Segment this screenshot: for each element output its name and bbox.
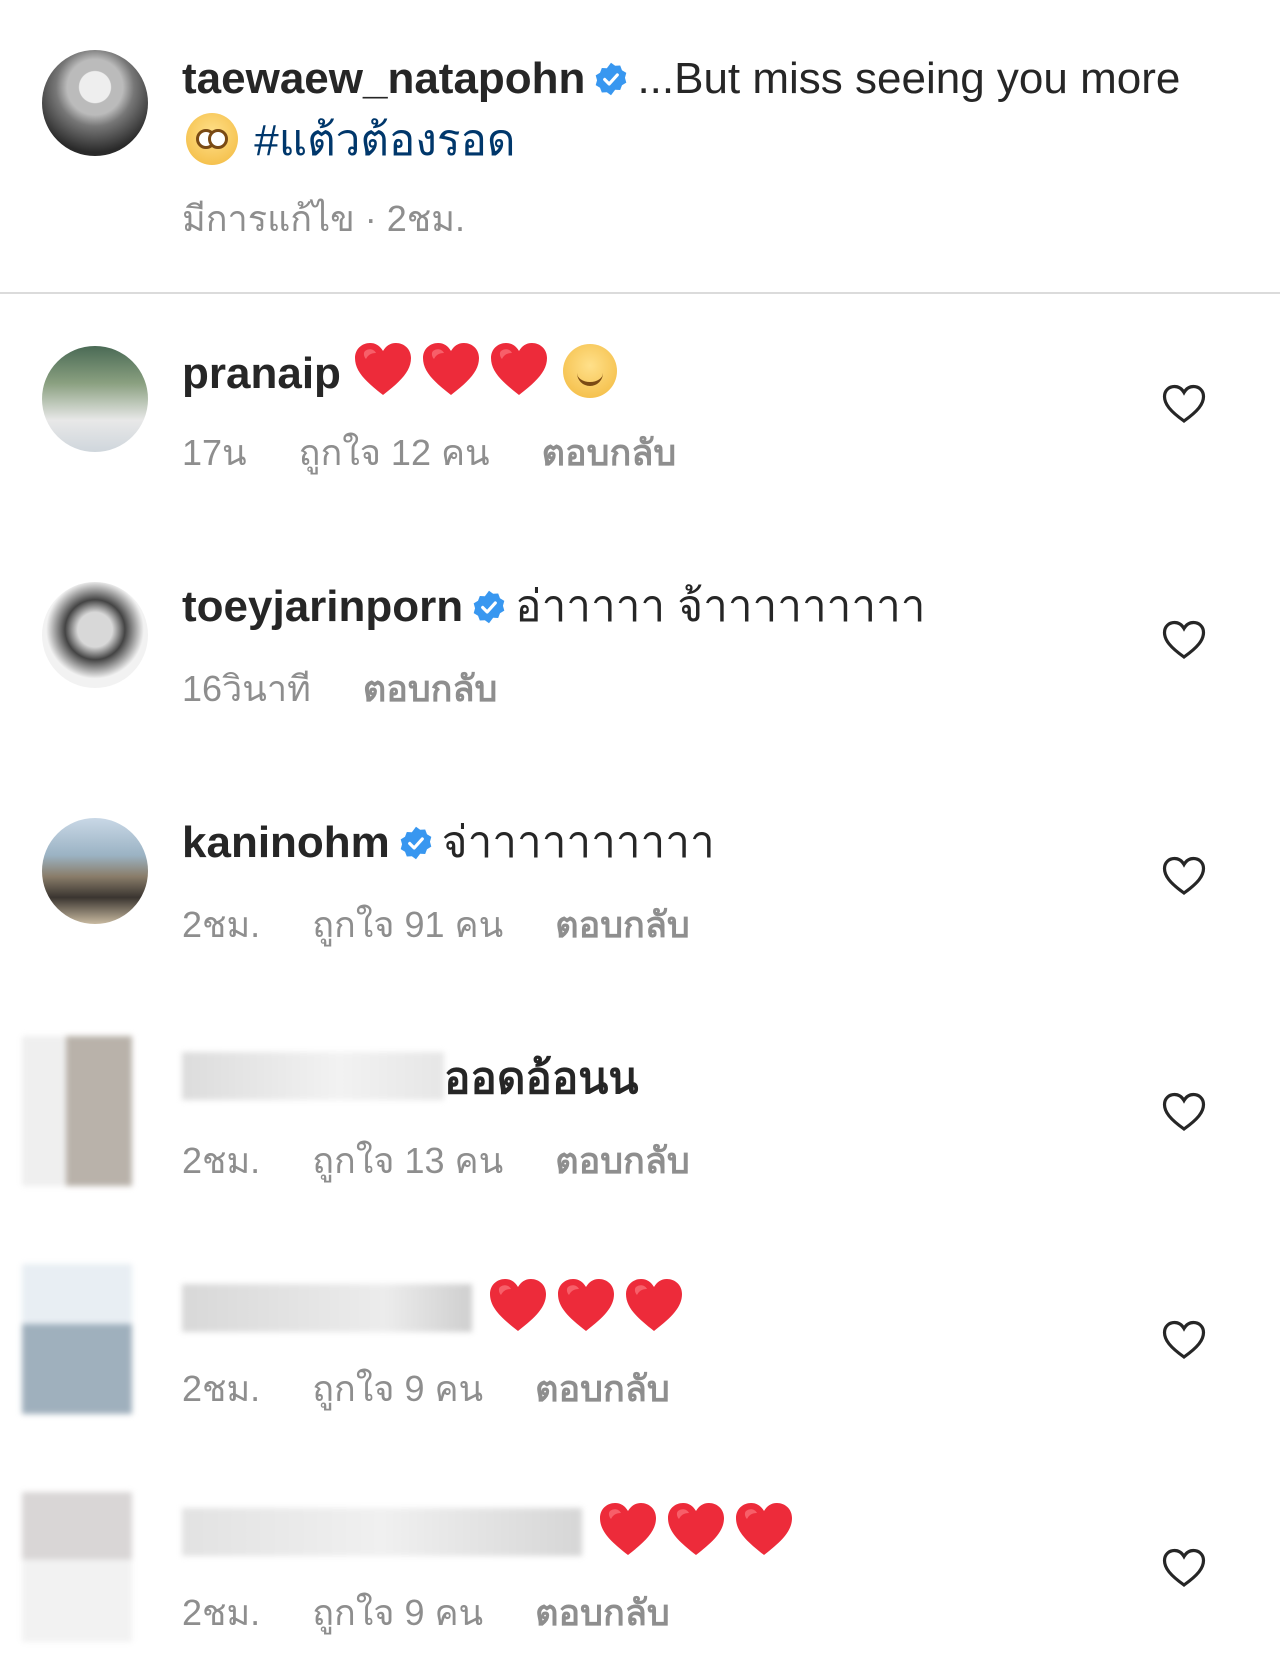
comment-meta: 2ชม. ถูกใจ 91 คน ตอบกลับ	[182, 896, 742, 953]
caption-body: taewaew_natapohn ...But miss seeing you m…	[182, 48, 1222, 172]
reply-button[interactable]: ตอบกลับ	[542, 432, 677, 473]
verified-badge-icon	[593, 61, 629, 97]
comment-content: toeyjarinporn อ่าาาาา จ้าาาาาาาาา	[182, 576, 926, 638]
comment-time: 2ชม.	[182, 1140, 261, 1181]
comment-likes[interactable]: ถูกใจ 91 คน	[312, 904, 503, 945]
red-heart-emoji-icon	[556, 1276, 616, 1334]
comment-meta: 2ชม. ถูกใจ 9 คน ตอบกลับ	[182, 1584, 722, 1641]
comment-username[interactable]: toeyjarinporn	[182, 582, 463, 631]
comment-username[interactable]: kaninohm	[182, 818, 390, 867]
comment-content: kaninohm จ่าาาาาาาาาา	[182, 812, 715, 874]
heart-outline-icon[interactable]	[1162, 1548, 1206, 1588]
heart-outline-icon[interactable]	[1162, 1092, 1206, 1132]
comment-time: 16วินาที	[182, 668, 311, 709]
comment-item: 2ชม. ถูกใจ 9 คน ตอบกลับ	[22, 1264, 1242, 1414]
comment-content: ออดอ้อนน	[444, 1048, 638, 1110]
comment-time: 2ชม.	[182, 904, 261, 945]
comment-content	[488, 1276, 692, 1341]
red-heart-emoji-icon	[488, 1276, 548, 1334]
comment-item: 2ชม. ถูกใจ 9 คน ตอบกลับ	[22, 1492, 1242, 1642]
reply-button[interactable]: ตอบกลับ	[555, 904, 690, 945]
red-heart-emoji-icon	[624, 1276, 684, 1334]
blurred-avatar[interactable]	[22, 1036, 132, 1186]
red-heart-emoji-icon	[353, 340, 413, 398]
comment-meta: 17น ถูกใจ 12 คน ตอบกลับ	[182, 424, 728, 481]
comment-likes[interactable]: ถูกใจ 12 คน	[299, 432, 490, 473]
red-heart-emoji-icon	[598, 1500, 658, 1558]
reply-button[interactable]: ตอบกลับ	[535, 1368, 670, 1409]
comment-item: ออดอ้อนน 2ชม. ถูกใจ 13 คน ตอบกลับ	[22, 1036, 1242, 1186]
comment-text: อ่าาาาา จ้าาาาาาาาา	[515, 582, 926, 631]
comment-meta: 2ชม. ถูกใจ 9 คน ตอบกลับ	[182, 1360, 722, 1417]
caption-avatar[interactable]	[42, 50, 148, 156]
comment-likes[interactable]: ถูกใจ 13 คน	[312, 1140, 503, 1181]
comment-text: ออดอ้อนน	[444, 1054, 639, 1103]
reply-button[interactable]: ตอบกลับ	[363, 668, 498, 709]
comment-item: pranaip 17น ถูกใจ 12 คน ตอบกลับ	[42, 346, 1242, 476]
comment-meta: 16วินาที ตอบกลับ	[182, 660, 549, 717]
comment-content: pranaip	[182, 340, 618, 405]
red-heart-emoji-icon	[666, 1500, 726, 1558]
caption-username[interactable]: taewaew_natapohn	[182, 54, 585, 103]
comment-likes[interactable]: ถูกใจ 9 คน	[312, 1592, 483, 1633]
comment-meta: 2ชม. ถูกใจ 13 คน ตอบกลับ	[182, 1132, 742, 1189]
comment-likes[interactable]: ถูกใจ 9 คน	[312, 1368, 483, 1409]
red-heart-emoji-icon	[489, 340, 549, 398]
verified-badge-icon	[398, 825, 434, 861]
caption-divider	[0, 292, 1280, 294]
blurred-username	[182, 1284, 472, 1332]
comment-avatar[interactable]	[42, 818, 148, 924]
comment-item: toeyjarinporn อ่าาาาา จ้าาาาาาาาา 16วินาท…	[42, 582, 1242, 712]
blurred-avatar[interactable]	[22, 1264, 132, 1414]
verified-badge-icon	[471, 589, 507, 625]
comment-time: 2ชม.	[182, 1368, 261, 1409]
smiling-face-emoji-icon	[563, 344, 618, 398]
comment-time: 17น	[182, 432, 247, 473]
post-caption: taewaew_natapohn ...But miss seeing you m…	[42, 48, 1242, 244]
flushed-face-emoji-icon	[186, 113, 238, 165]
comment-content	[598, 1500, 802, 1565]
comment-username[interactable]: pranaip	[182, 349, 341, 398]
red-heart-emoji-icon	[734, 1500, 794, 1558]
heart-outline-icon[interactable]	[1162, 620, 1206, 660]
heart-outline-icon[interactable]	[1162, 856, 1206, 896]
red-heart-emoji-icon	[421, 340, 481, 398]
reply-button[interactable]: ตอบกลับ	[555, 1140, 690, 1181]
comment-avatar[interactable]	[42, 582, 148, 688]
caption-hashtag[interactable]: #แต้วต้องรอด	[254, 116, 515, 165]
blurred-username	[182, 1052, 444, 1100]
comment-time: 2ชม.	[182, 1592, 261, 1633]
comment-text: จ่าาาาาาาาาา	[441, 818, 715, 867]
heart-outline-icon[interactable]	[1162, 1320, 1206, 1360]
heart-outline-icon[interactable]	[1162, 384, 1206, 424]
caption-text: ...But miss seeing you more	[637, 54, 1181, 103]
comment-item: kaninohm จ่าาาาาาาาาา 2ชม. ถูกใจ 91 คน ตอบก…	[42, 818, 1242, 948]
reply-button[interactable]: ตอบกลับ	[535, 1592, 670, 1633]
comment-avatar[interactable]	[42, 346, 148, 452]
blurred-avatar[interactable]	[22, 1492, 132, 1642]
caption-meta: มีการแก้ไข · 2ชม.	[182, 198, 465, 239]
blurred-username	[182, 1508, 582, 1556]
